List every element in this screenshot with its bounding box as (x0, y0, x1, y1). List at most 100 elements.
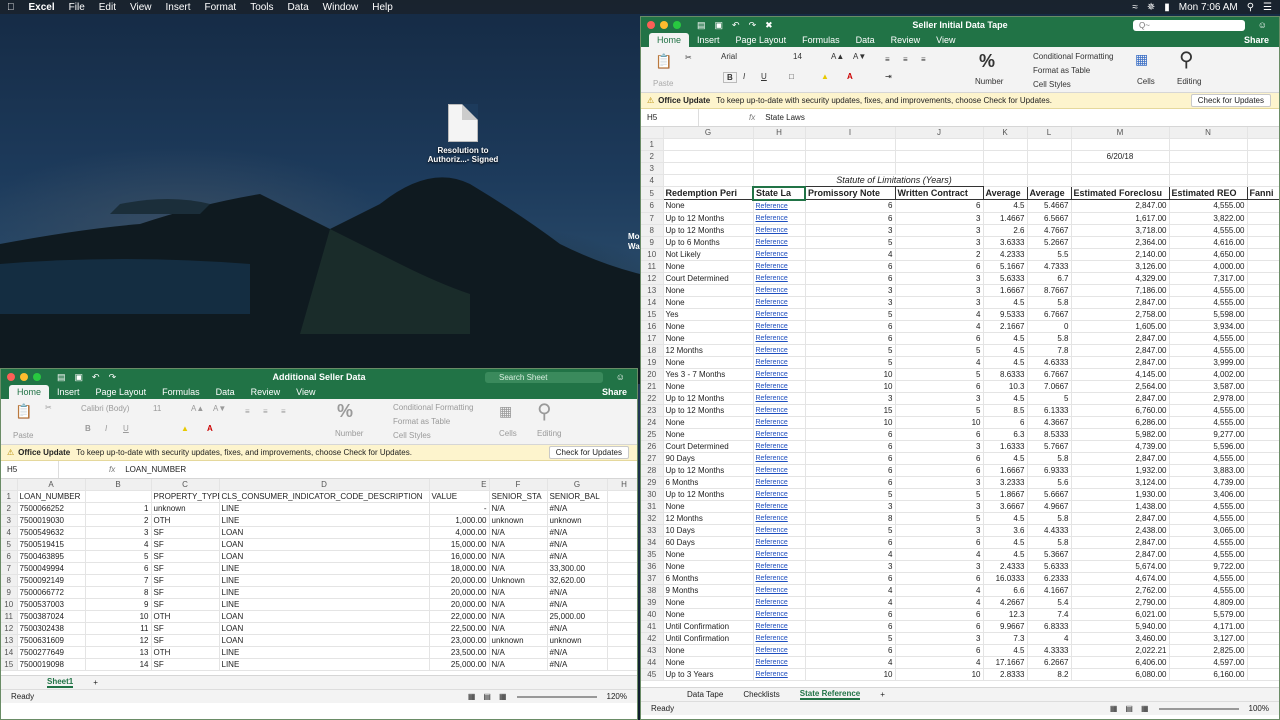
senior-status-cell[interactable]: N/A (489, 538, 548, 551)
estimated-reo-cell[interactable]: 3,934.00 (1169, 320, 1248, 333)
estimated-foreclosure-cell[interactable]: 6,406.00 (1071, 656, 1170, 669)
index-cell[interactable]: 14 (85, 658, 152, 671)
close-window-button[interactable] (647, 21, 655, 29)
align-right-icon[interactable]: ≡ (281, 407, 286, 416)
estimated-foreclosure-cell[interactable]: 2,847.00 (1071, 548, 1170, 561)
average-cell[interactable]: 4.7667 (1027, 224, 1072, 237)
number-label[interactable]: Number (335, 429, 363, 438)
average-cell[interactable]: 3.6 (983, 524, 1028, 537)
fannie-cell[interactable] (1247, 308, 1279, 321)
estimated-reo-cell[interactable]: 7,317.00 (1169, 272, 1248, 285)
cells-label[interactable]: Cells (1137, 77, 1155, 86)
value-cell[interactable]: 20,000.00 (429, 586, 490, 599)
average-cell[interactable]: 4.6333 (1027, 356, 1072, 369)
bluetooth-icon[interactable]: ✵ (1147, 2, 1155, 13)
senior-balance-cell[interactable]: unknown (547, 514, 608, 527)
reference-link[interactable]: Reference (753, 548, 806, 561)
row-number[interactable]: 8 (641, 224, 664, 237)
indicator-description-cell[interactable]: LOAN (219, 634, 430, 647)
average-cell[interactable]: 4.5 (983, 644, 1028, 657)
fannie-cell[interactable] (1247, 500, 1279, 513)
written-contract-cell[interactable]: 4 (895, 356, 984, 369)
fannie-cell[interactable] (1247, 392, 1279, 405)
name-box[interactable]: H5 (641, 109, 699, 126)
redemption-period-cell[interactable]: 6 Months (663, 476, 754, 489)
row-number[interactable]: 32 (641, 512, 664, 525)
menu-window[interactable]: Window (316, 2, 366, 13)
date-cell[interactable]: 6/20/18 (1071, 150, 1170, 163)
average-cell[interactable]: 10.3 (983, 380, 1028, 393)
header-cell[interactable]: Average (982, 186, 1028, 200)
estimated-foreclosure-cell[interactable]: 2,140.00 (1071, 248, 1170, 261)
notification-icon[interactable]: ☰ (1263, 2, 1272, 13)
loan-number-cell[interactable]: 7500066252 (17, 502, 86, 515)
average-cell[interactable]: 5.8 (1027, 536, 1072, 549)
promissory-note-cell[interactable]: 5 (805, 632, 896, 645)
index-cell[interactable]: 5 (85, 550, 152, 563)
senior-status-cell[interactable]: N/A (489, 658, 548, 671)
grow-font-icon[interactable]: A▲ (831, 52, 844, 61)
tab-page-layout[interactable]: Page Layout (728, 33, 795, 47)
page-break-icon[interactable]: ▦ (1141, 704, 1149, 713)
menu-tools[interactable]: Tools (243, 2, 280, 13)
senior-balance-cell[interactable]: #N/A (547, 598, 608, 611)
indicator-description-cell[interactable]: LOAN (219, 610, 430, 623)
written-contract-cell[interactable]: 2 (895, 248, 984, 261)
loan-number-cell[interactable]: 7500387024 (17, 610, 86, 623)
estimated-foreclosure-cell[interactable]: 2,438.00 (1071, 524, 1170, 537)
cell-styles-button[interactable]: Cell Styles (1033, 80, 1071, 89)
page-layout-icon[interactable]: ▤ (1125, 704, 1133, 713)
reference-link[interactable]: Reference (753, 608, 806, 621)
senior-status-cell[interactable]: N/A (489, 562, 548, 575)
indicator-description-cell[interactable]: LINE (219, 514, 430, 527)
select-all-corner[interactable] (1, 479, 18, 491)
index-cell[interactable]: 8 (85, 586, 152, 599)
paste-label[interactable]: Paste (13, 431, 33, 440)
estimated-reo-cell[interactable]: 4,616.00 (1169, 236, 1248, 249)
save-icon[interactable]: ▣ (715, 20, 724, 31)
written-contract-cell[interactable]: 3 (895, 212, 984, 225)
cells-icon[interactable]: ▦ (499, 403, 512, 420)
promissory-note-cell[interactable]: 6 (805, 272, 896, 285)
empty-cell[interactable] (607, 574, 637, 587)
row-number[interactable]: 21 (641, 380, 664, 393)
written-contract-cell[interactable]: 4 (895, 596, 984, 609)
estimated-reo-cell[interactable]: 3,127.00 (1169, 632, 1248, 645)
fannie-cell[interactable] (1247, 368, 1279, 381)
paste-label[interactable]: Paste (653, 79, 673, 88)
fannie-cell[interactable] (1247, 512, 1279, 525)
bold-button[interactable]: B (85, 424, 91, 433)
promissory-note-cell[interactable]: 3 (805, 224, 896, 237)
function-icon[interactable]: fx (99, 465, 125, 474)
redemption-period-cell[interactable]: 10 Days (663, 524, 754, 537)
value-cell[interactable]: 23,000.00 (429, 634, 490, 647)
average-cell[interactable]: 8.5333 (1027, 428, 1072, 441)
empty-cell[interactable] (607, 562, 637, 575)
redemption-period-cell[interactable]: Up to 12 Months (663, 212, 754, 225)
menu-edit[interactable]: Edit (92, 2, 123, 13)
row-number[interactable]: 27 (641, 452, 664, 465)
written-contract-cell[interactable]: 3 (895, 284, 984, 297)
zoom-level[interactable]: 120% (607, 692, 627, 701)
reference-link[interactable]: Reference (753, 476, 806, 489)
underline-button[interactable]: U (761, 72, 767, 81)
row-number[interactable]: 11 (1, 610, 18, 623)
average-cell[interactable]: 5.6667 (1027, 488, 1072, 501)
empty-cell[interactable] (607, 646, 637, 659)
redemption-period-cell[interactable]: 9 Months (663, 584, 754, 597)
fannie-cell[interactable] (1247, 404, 1279, 417)
property-type-cell[interactable]: SF (151, 562, 220, 575)
promissory-note-cell[interactable]: 5 (805, 344, 896, 357)
estimated-reo-cell[interactable]: 4,555.00 (1169, 500, 1248, 513)
promissory-note-cell[interactable]: 5 (805, 236, 896, 249)
redemption-period-cell[interactable]: Yes 3 - 7 Months (663, 368, 754, 381)
zoom-slider[interactable] (516, 695, 597, 698)
senior-balance-cell[interactable]: 33,300.00 (547, 562, 608, 575)
estimated-foreclosure-cell[interactable]: 6,080.00 (1071, 668, 1170, 681)
indicator-description-cell[interactable]: LINE (219, 598, 430, 611)
shrink-font-icon[interactable]: A▼ (853, 52, 866, 61)
fannie-cell[interactable] (1247, 199, 1279, 213)
written-contract-cell[interactable]: 3 (895, 476, 984, 489)
redemption-period-cell[interactable]: None (663, 560, 754, 573)
row-number[interactable]: 26 (641, 440, 664, 453)
